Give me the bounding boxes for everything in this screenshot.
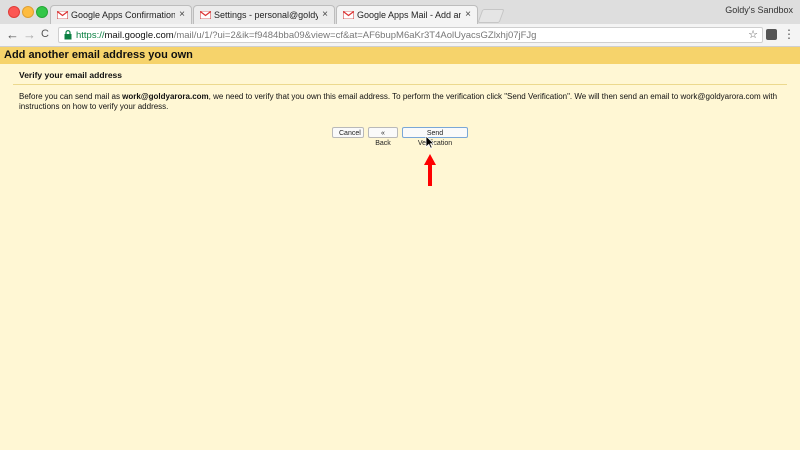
instructions-part-1: Before you can send mail as bbox=[19, 92, 123, 101]
send-verification-button[interactable]: Send Verification bbox=[402, 127, 468, 147]
tab-close-icon[interactable]: × bbox=[179, 9, 185, 20]
cancel-button[interactable]: Cancel bbox=[332, 127, 364, 138]
address-bar[interactable]: https://mail.google.com/mail/u/1/?ui=2&i… bbox=[58, 27, 763, 43]
browser-menu-icon[interactable]: ⋮ bbox=[783, 27, 795, 41]
mouse-cursor-icon bbox=[425, 135, 435, 149]
email-address: work@goldyarora.com bbox=[122, 92, 209, 101]
maximize-window-button[interactable] bbox=[36, 6, 48, 18]
reload-icon[interactable]: C bbox=[41, 28, 49, 40]
back-button[interactable]: « Back bbox=[368, 127, 398, 147]
tab-add-another-address[interactable]: Google Apps Mail - Add anothe × bbox=[336, 5, 478, 25]
tab-title: Google Apps Confirmation - Sc bbox=[71, 10, 175, 20]
new-tab-button[interactable] bbox=[477, 9, 505, 23]
browser-toolbar: ← → C https://mail.google.com/mail/u/1/?… bbox=[0, 24, 800, 47]
browser-title-bar: Google Apps Confirmation - Sc × Settings… bbox=[0, 0, 800, 25]
gmail-icon bbox=[200, 11, 211, 19]
page-header: Add another email address you own bbox=[0, 47, 800, 64]
profile-name[interactable]: Goldy's Sandbox bbox=[725, 5, 793, 15]
back-icon[interactable]: ← bbox=[6, 27, 19, 42]
extension-icon[interactable] bbox=[766, 29, 777, 40]
minimize-window-button[interactable] bbox=[22, 6, 34, 18]
lock-icon bbox=[64, 30, 72, 40]
url-text: https://mail.google.com/mail/u/1/?ui=2&i… bbox=[76, 30, 536, 41]
verification-instructions: Before you can send mail as work@goldyar… bbox=[19, 92, 789, 112]
close-window-button[interactable] bbox=[8, 6, 20, 18]
page-title: Add another email address you own bbox=[4, 49, 193, 61]
bookmark-star-icon[interactable]: ☆ bbox=[748, 28, 758, 41]
tab-close-icon[interactable]: × bbox=[322, 9, 328, 20]
tab-settings[interactable]: Settings - personal@goldyaror × bbox=[193, 5, 335, 24]
annotation-arrow-icon bbox=[424, 154, 436, 186]
tab-google-apps-confirmation[interactable]: Google Apps Confirmation - Sc × bbox=[50, 5, 192, 24]
page-content: Verify your email address Before you can… bbox=[0, 64, 800, 450]
url-scheme: https:// bbox=[76, 30, 105, 41]
gmail-icon bbox=[343, 11, 354, 19]
url-host: mail.google.com bbox=[104, 30, 174, 41]
forward-icon[interactable]: → bbox=[23, 27, 36, 42]
divider bbox=[13, 84, 787, 85]
section-title: Verify your email address bbox=[19, 70, 122, 80]
url-path: /mail/u/1/?ui=2&ik=f9484bba09&view=cf&at… bbox=[173, 30, 537, 41]
gmail-icon bbox=[57, 11, 68, 19]
tab-close-icon[interactable]: × bbox=[465, 9, 471, 20]
tab-title: Settings - personal@goldyaror bbox=[214, 10, 318, 20]
tab-title: Google Apps Mail - Add anothe bbox=[357, 10, 461, 20]
